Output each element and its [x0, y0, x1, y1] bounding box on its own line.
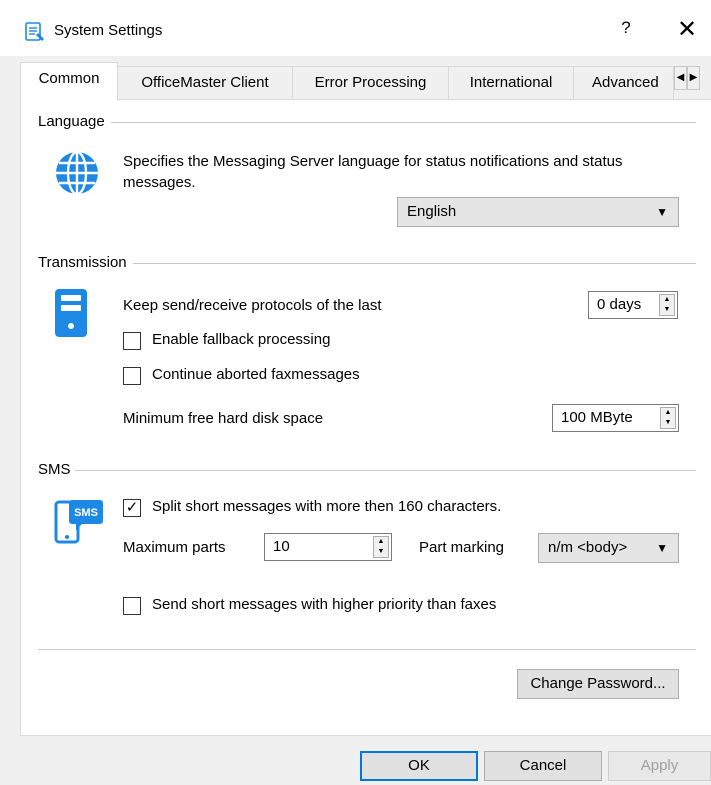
max-parts-label: Maximum parts [123, 539, 226, 556]
ok-button[interactable]: OK [360, 751, 478, 781]
part-marking-select[interactable]: n/m <body> ▼ [538, 533, 679, 563]
window-title: System Settings [54, 22, 163, 39]
spin-down-icon[interactable]: ▼ [374, 547, 388, 557]
cancel-button[interactable]: Cancel [484, 751, 602, 781]
spin-up-icon[interactable]: ▲ [661, 408, 675, 418]
sms-group-divider [74, 470, 696, 471]
spinner-buttons[interactable]: ▲ ▼ [660, 407, 676, 429]
close-button[interactable]: ✕ [672, 15, 702, 45]
spin-down-icon[interactable]: ▼ [660, 305, 674, 315]
continue-aborted-checkbox-row[interactable]: Continue aborted faxmessages [123, 366, 423, 388]
help-button[interactable]: ? [615, 18, 637, 44]
bottom-divider [38, 649, 696, 650]
language-group-label: Language [38, 113, 109, 130]
split-sms-checkbox[interactable]: ✓ [123, 499, 141, 517]
max-parts-value: 10 [273, 538, 290, 555]
part-marking-value: n/m <body> [548, 539, 628, 556]
sms-group-label: SMS [38, 461, 75, 478]
sms-phone-icon: SMS [54, 500, 103, 544]
transmission-group-divider [133, 263, 696, 264]
language-select-value: English [407, 203, 457, 220]
dialog-body: Common OfficeMaster Client Error Process… [0, 56, 711, 785]
tab-error-processing[interactable]: Error Processing [292, 66, 449, 100]
spinner-buttons[interactable]: ▲ ▼ [659, 294, 675, 316]
fallback-checkbox[interactable] [123, 332, 141, 350]
tab-strip: Common OfficeMaster Client Error Process… [20, 62, 711, 101]
priority-checkbox-row[interactable]: Send short messages with higher priority… [123, 596, 543, 618]
server-icon [55, 289, 87, 337]
min-disk-spinner[interactable]: 100 MByte ▲ ▼ [552, 404, 679, 432]
min-disk-value: 100 MByte [561, 409, 633, 426]
language-select[interactable]: English ▼ [397, 197, 679, 227]
chevron-down-icon: ▼ [656, 205, 668, 219]
spinner-buttons[interactable]: ▲ ▼ [373, 536, 389, 558]
svg-text:SMS: SMS [74, 507, 98, 519]
continue-aborted-label: Continue aborted faxmessages [152, 366, 360, 383]
split-sms-label: Split short messages with more then 160 … [152, 498, 502, 515]
globe-icon [56, 150, 98, 196]
language-description: Specifies the Messaging Server language … [123, 153, 623, 191]
tab-common[interactable]: Common [20, 62, 118, 101]
split-sms-checkbox-row[interactable]: ✓ Split short messages with more then 16… [123, 498, 543, 520]
tab-officemaster-client[interactable]: OfficeMaster Client [117, 66, 293, 100]
settings-app-icon [25, 22, 44, 41]
chevron-down-icon: ▼ [656, 541, 668, 555]
common-tab-panel: Language Specifies the Messaging Server … [20, 99, 711, 736]
keep-protocols-value: 0 days [597, 296, 642, 313]
tab-scroll-left-icon[interactable]: ◀ [674, 66, 687, 90]
language-group-divider [111, 122, 696, 123]
transmission-group-label: Transmission [38, 254, 131, 271]
tab-international[interactable]: International [448, 66, 574, 100]
spin-up-icon[interactable]: ▲ [374, 537, 388, 547]
spin-down-icon[interactable]: ▼ [661, 418, 675, 428]
change-password-button[interactable]: Change Password... [517, 669, 679, 699]
fallback-label: Enable fallback processing [152, 331, 331, 348]
spin-up-icon[interactable]: ▲ [660, 295, 674, 305]
tab-advanced[interactable]: Advanced [573, 66, 674, 100]
tab-scroll-right-icon[interactable]: ▶ [687, 66, 700, 90]
min-disk-label: Minimum free hard disk space [123, 410, 324, 427]
title-bar: System Settings ? ✕ [0, 0, 711, 56]
part-marking-label: Part marking [419, 539, 505, 556]
priority-label: Send short messages with higher priority… [152, 596, 497, 613]
keep-protocols-label: Keep send/receive protocols of the last [123, 297, 382, 314]
apply-button[interactable]: Apply [608, 751, 711, 781]
continue-aborted-checkbox[interactable] [123, 367, 141, 385]
max-parts-spinner[interactable]: 10 ▲ ▼ [264, 533, 392, 561]
keep-protocols-spinner[interactable]: 0 days ▲ ▼ [588, 291, 678, 319]
fallback-checkbox-row[interactable]: Enable fallback processing [123, 331, 423, 353]
priority-checkbox[interactable] [123, 597, 141, 615]
